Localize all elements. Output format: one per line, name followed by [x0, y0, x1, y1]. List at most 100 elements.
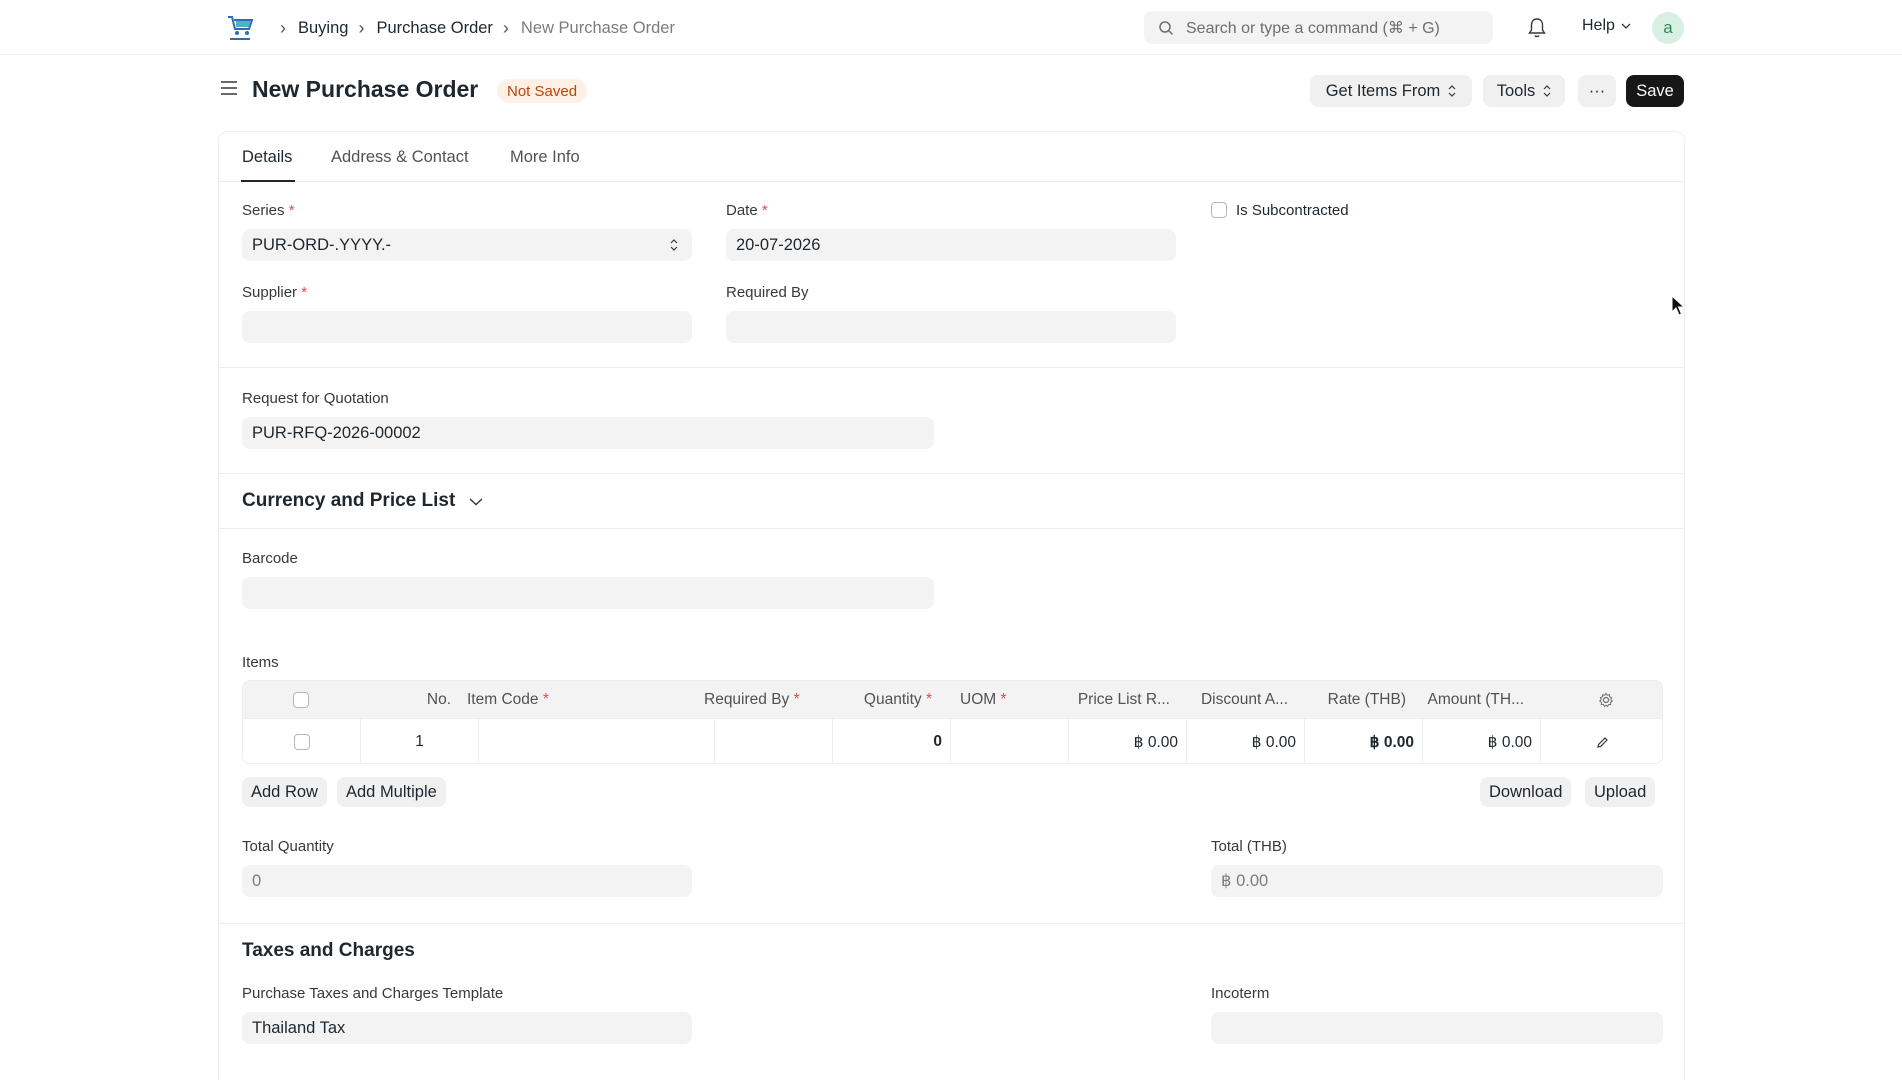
bell-icon[interactable]: [1527, 17, 1547, 39]
get-items-from-button[interactable]: Get Items From: [1310, 75, 1472, 107]
required-by-field[interactable]: [726, 311, 1176, 343]
column-amount: Amount (TH...: [1427, 690, 1524, 708]
section-divider: [219, 528, 1684, 529]
app-logo-icon[interactable]: [224, 13, 256, 43]
column-rate: Rate (THB): [1327, 690, 1406, 708]
mouse-cursor-icon: [1671, 295, 1685, 316]
tax-template-field[interactable]: Thailand Tax: [242, 1012, 692, 1044]
column-settings-cell: [1598, 681, 1618, 718]
row-select-cell: [243, 719, 361, 763]
required-by-label: Required By: [726, 284, 809, 301]
row-required-by[interactable]: [715, 719, 833, 763]
help-menu[interactable]: Help: [1582, 17, 1631, 35]
tab-bar: Details Address & Contact More Info: [219, 132, 1684, 182]
supplier-field[interactable]: [242, 311, 692, 343]
more-icon: ···: [1588, 81, 1606, 100]
rfq-label: Request for Quotation: [242, 390, 389, 407]
total-quantity-value: 0: [252, 871, 262, 890]
status-badge: Not Saved: [497, 79, 588, 103]
row-uom[interactable]: [951, 719, 1069, 763]
total-quantity-field: 0: [242, 865, 692, 897]
section-divider: [219, 367, 1684, 368]
avatar[interactable]: a: [1652, 12, 1684, 44]
sort-arrows-icon: [1543, 85, 1551, 97]
save-label: Save: [1636, 81, 1674, 100]
is-subcontracted-label: Is Subcontracted: [1236, 202, 1349, 219]
column-required-by: Required By *: [704, 690, 800, 708]
tools-button[interactable]: Tools: [1483, 75, 1565, 107]
total-field: ฿ 0.00: [1211, 865, 1663, 897]
add-row-button[interactable]: Add Row: [242, 777, 327, 807]
tab-more-info[interactable]: More Info: [510, 148, 580, 167]
series-select[interactable]: PUR-ORD-.YYYY.-: [242, 229, 692, 261]
breadcrumb-purchase-order[interactable]: Purchase Order: [376, 19, 492, 38]
chevron-right-icon: ›: [280, 17, 286, 38]
currency-section-header[interactable]: Currency and Price List: [242, 490, 483, 512]
barcode-label: Barcode: [242, 550, 298, 567]
total-quantity-label: Total Quantity: [242, 838, 334, 855]
table-row[interactable]: 1 0 ฿ 0.00 ฿ 0.00 ฿ 0.00 ฿ 0.00: [243, 719, 1662, 763]
total-value: ฿ 0.00: [1221, 872, 1269, 890]
total-label: Total (THB): [1211, 838, 1287, 855]
download-button[interactable]: Download: [1480, 777, 1572, 807]
tab-address-contact[interactable]: Address & Contact: [331, 148, 469, 167]
taxes-section-title: Taxes and Charges: [242, 940, 415, 961]
gear-icon[interactable]: [1598, 692, 1614, 708]
chevron-down-icon: [469, 497, 483, 505]
sort-arrows-icon: [1448, 85, 1456, 97]
series-label: Series *: [242, 202, 295, 219]
breadcrumb-buying[interactable]: Buying: [298, 19, 348, 38]
search-icon: [1159, 20, 1174, 35]
tax-template-value: Thailand Tax: [252, 1018, 346, 1037]
more-actions-button[interactable]: ···: [1578, 75, 1616, 107]
incoterm-field[interactable]: [1211, 1012, 1663, 1044]
date-value: 20-07-2026: [736, 235, 821, 254]
column-item-code: Item Code *: [467, 690, 549, 708]
section-divider: [219, 923, 1684, 924]
row-edit-cell: [1541, 719, 1662, 763]
is-subcontracted-checkbox[interactable]: [1211, 202, 1227, 218]
column-quantity: Quantity *: [863, 690, 932, 708]
add-multiple-button[interactable]: Add Multiple: [337, 777, 446, 807]
search-input[interactable]: Search or type a command (⌘ + G): [1144, 11, 1493, 44]
row-quantity[interactable]: 0: [833, 719, 951, 763]
date-field[interactable]: 20-07-2026: [726, 229, 1176, 261]
column-no: No.: [426, 690, 451, 708]
save-button[interactable]: Save: [1626, 75, 1684, 107]
row-rate[interactable]: ฿ 0.00: [1305, 719, 1423, 763]
row-item-code[interactable]: [479, 719, 715, 763]
series-value: PUR-ORD-.YYYY.-: [252, 235, 392, 254]
breadcrumb-current[interactable]: New Purchase Order: [521, 19, 675, 38]
rfq-field[interactable]: PUR-RFQ-2026-00002: [242, 417, 934, 449]
form-card: Details Address & Contact More Info Seri…: [218, 131, 1685, 1080]
column-discount-amount: Discount A...: [1200, 690, 1288, 708]
top-navbar: › Buying › Purchase Order › New Purchase…: [0, 0, 1902, 55]
barcode-field[interactable]: [242, 577, 934, 609]
section-divider: [219, 473, 1684, 474]
row-amount[interactable]: ฿ 0.00: [1423, 719, 1541, 763]
sidebar-toggle-icon[interactable]: [220, 80, 238, 96]
chevron-right-icon: ›: [358, 17, 365, 38]
row-discount-amount[interactable]: ฿ 0.00: [1187, 719, 1305, 763]
chevron-down-icon: [1621, 23, 1631, 29]
column-price-list-rate: Price List R...: [1077, 690, 1170, 708]
select-all-cell: [293, 681, 313, 718]
upload-button[interactable]: Upload: [1585, 777, 1656, 807]
page-title: New Purchase Order: [252, 76, 479, 102]
row-price-list-rate[interactable]: ฿ 0.00: [1069, 719, 1187, 763]
items-label: Items: [242, 654, 279, 671]
tab-details[interactable]: Details: [242, 148, 292, 167]
edit-pencil-icon[interactable]: [1596, 736, 1609, 749]
help-label: Help: [1582, 17, 1615, 34]
supplier-label: Supplier *: [242, 284, 308, 301]
active-tab-indicator: [241, 180, 295, 182]
tools-label: Tools: [1496, 81, 1536, 100]
row-no: 1: [361, 719, 479, 763]
get-items-from-label: Get Items From: [1325, 81, 1441, 100]
breadcrumb: › Buying › Purchase Order › New Purchase…: [276, 17, 681, 39]
rfq-value: PUR-RFQ-2026-00002: [252, 423, 421, 442]
search-placeholder: Search or type a command (⌘ + G): [1186, 19, 1440, 37]
tax-template-label: Purchase Taxes and Charges Template: [242, 985, 504, 1002]
select-all-checkbox[interactable]: [293, 691, 309, 708]
row-checkbox[interactable]: [293, 734, 310, 750]
